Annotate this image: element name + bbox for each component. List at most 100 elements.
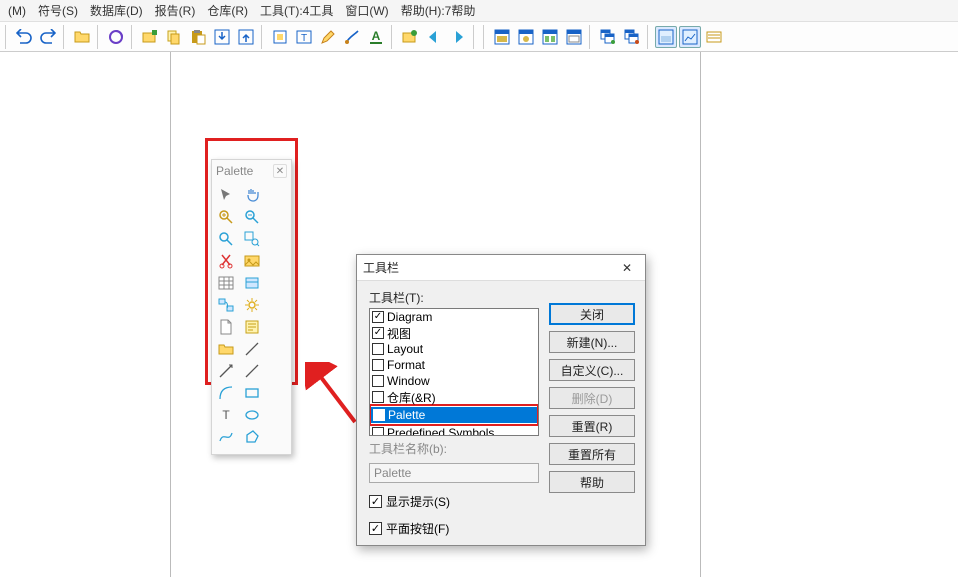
image-tool-icon[interactable] xyxy=(240,251,264,271)
textarea-button[interactable]: T xyxy=(293,26,315,48)
menu-item-repository[interactable]: 仓库(R) xyxy=(201,0,254,21)
checkbox-icon[interactable] xyxy=(372,343,384,355)
checkbox-icon[interactable]: ✓ xyxy=(369,495,382,508)
view-1-button[interactable] xyxy=(655,26,677,48)
palette-close-button[interactable]: ✕ xyxy=(273,164,287,178)
menu-item-database[interactable]: 数据库(D) xyxy=(84,0,149,21)
document-tool-icon[interactable] xyxy=(214,317,238,337)
rect-tool-icon[interactable] xyxy=(240,383,264,403)
ellipse-tool-icon[interactable] xyxy=(240,405,264,425)
checkbox-icon[interactable] xyxy=(372,359,384,371)
toolbars-dialog[interactable]: 工具栏 ✕ 工具栏(T): ✓Diagram ✓视图 Layout Format… xyxy=(356,254,646,546)
checkbox-icon[interactable]: ✓ xyxy=(369,522,382,535)
view-3-button[interactable] xyxy=(703,26,725,48)
import-button[interactable] xyxy=(211,26,233,48)
cut-tool-icon[interactable] xyxy=(214,251,238,271)
curve-tool-icon[interactable] xyxy=(214,427,238,447)
tile-button[interactable] xyxy=(621,26,643,48)
palette-titlebar[interactable]: Palette ✕ xyxy=(212,160,291,182)
zoom-region-tool-icon[interactable] xyxy=(240,229,264,249)
text-tool-icon[interactable]: T xyxy=(214,405,238,425)
list-item-label: 视图 xyxy=(387,325,411,342)
menu-item-window[interactable]: 窗口(W) xyxy=(339,0,394,21)
edit-button[interactable] xyxy=(317,26,339,48)
line1-tool-icon[interactable] xyxy=(240,339,264,359)
window-3-button[interactable] xyxy=(539,26,561,48)
dialog-titlebar[interactable]: 工具栏 ✕ xyxy=(357,255,645,281)
pan-tool-icon[interactable] xyxy=(240,185,264,205)
show-tips-checkbox[interactable]: ✓显示提示(S) xyxy=(369,493,539,510)
flat-buttons-checkbox[interactable]: ✓ 平面按钮(F) xyxy=(369,520,539,537)
toolbar-sep-4 xyxy=(261,25,265,49)
help-button[interactable]: 帮助 xyxy=(549,471,635,493)
menu-item-tools[interactable]: 工具(T):4工具 xyxy=(254,0,339,21)
checkbox-icon[interactable] xyxy=(372,375,384,387)
text-color-button[interactable]: A xyxy=(365,26,387,48)
export-button[interactable] xyxy=(235,26,257,48)
browse-button[interactable] xyxy=(105,26,127,48)
palette-tool-grid: T xyxy=(212,182,291,454)
open-file-button[interactable] xyxy=(71,26,93,48)
table-tool-icon[interactable] xyxy=(214,273,238,293)
pointer-tool-icon[interactable] xyxy=(214,185,238,205)
link-tool-icon[interactable] xyxy=(214,295,238,315)
zoom-fit-tool-icon[interactable] xyxy=(214,229,238,249)
list-item-label: Diagram xyxy=(387,310,432,324)
toolbar-name-label: 工具栏名称(b): xyxy=(369,440,539,457)
toolbar-sep-8 xyxy=(647,25,651,49)
undo-button[interactable] xyxy=(13,26,35,48)
prev-button[interactable] xyxy=(423,26,445,48)
list-item-label: Predefined Symbols xyxy=(387,426,494,436)
checkbox-icon[interactable]: ✓ xyxy=(372,311,384,323)
zoom-in-tool-icon[interactable] xyxy=(214,207,238,227)
customize-button[interactable]: 自定义(C)... xyxy=(549,359,635,381)
toolbar-sep-6 xyxy=(473,25,477,49)
cascade-button[interactable] xyxy=(597,26,619,48)
gear-tool-icon[interactable] xyxy=(240,295,264,315)
menu-item-m[interactable]: (M) xyxy=(2,2,32,20)
checkbox-icon[interactable] xyxy=(372,427,384,436)
toolbar-sep-2 xyxy=(97,25,101,49)
toolbar-sep-7 xyxy=(589,25,593,49)
note-tool-icon[interactable] xyxy=(240,317,264,337)
toolbars-listbox[interactable]: ✓Diagram ✓视图 Layout Format Window 仓库(&R)… xyxy=(369,308,539,436)
line3-tool-icon[interactable] xyxy=(240,361,264,381)
cut-button[interactable] xyxy=(269,26,291,48)
window-4-button[interactable] xyxy=(563,26,585,48)
next-button[interactable] xyxy=(447,26,469,48)
flat-buttons-label: 平面按钮(F) xyxy=(386,520,449,537)
new-folder-button[interactable] xyxy=(139,26,161,48)
window-1-button[interactable] xyxy=(491,26,513,48)
arc-tool-icon[interactable] xyxy=(214,383,238,403)
dialog-close-button[interactable]: ✕ xyxy=(615,259,639,277)
clear-button[interactable] xyxy=(341,26,363,48)
menu-item-help[interactable]: 帮助(H):7帮助 xyxy=(395,0,482,21)
close-button[interactable]: 关闭 xyxy=(549,303,635,325)
window-2-button[interactable] xyxy=(515,26,537,48)
polygon-tool-icon[interactable] xyxy=(240,427,264,447)
checkbox-icon[interactable]: ✓ xyxy=(373,409,385,421)
line2-tool-icon[interactable] xyxy=(214,361,238,381)
menu-item-symbol[interactable]: 符号(S) xyxy=(32,0,84,21)
palette-item-highlight-box: ✓Palette xyxy=(369,404,539,426)
checkbox-icon[interactable]: ✓ xyxy=(372,327,384,339)
checkbox-icon[interactable] xyxy=(372,391,384,403)
folder-tool-icon[interactable] xyxy=(214,339,238,359)
menu-item-report[interactable]: 报告(R) xyxy=(149,0,202,21)
paste-button[interactable] xyxy=(187,26,209,48)
new-button[interactable]: 新建(N)... xyxy=(549,331,635,353)
redo-button[interactable] xyxy=(37,26,59,48)
first-button[interactable] xyxy=(399,26,421,48)
view-2-button[interactable] xyxy=(679,26,701,48)
zoom-out-tool-icon[interactable] xyxy=(240,207,264,227)
copy-button[interactable] xyxy=(163,26,185,48)
palette-panel[interactable]: Palette ✕ T xyxy=(211,159,292,455)
reset-button[interactable]: 重置(R) xyxy=(549,415,635,437)
toolbar-name-input: Palette xyxy=(369,463,539,483)
reset-all-button[interactable]: 重置所有 xyxy=(549,443,635,465)
svg-text:T: T xyxy=(222,408,230,422)
toolbars-list-label: 工具栏(T): xyxy=(369,289,539,306)
toolbar-grip-2 xyxy=(483,25,487,49)
entity-tool-icon[interactable] xyxy=(240,273,264,293)
list-item: Format xyxy=(370,357,538,373)
